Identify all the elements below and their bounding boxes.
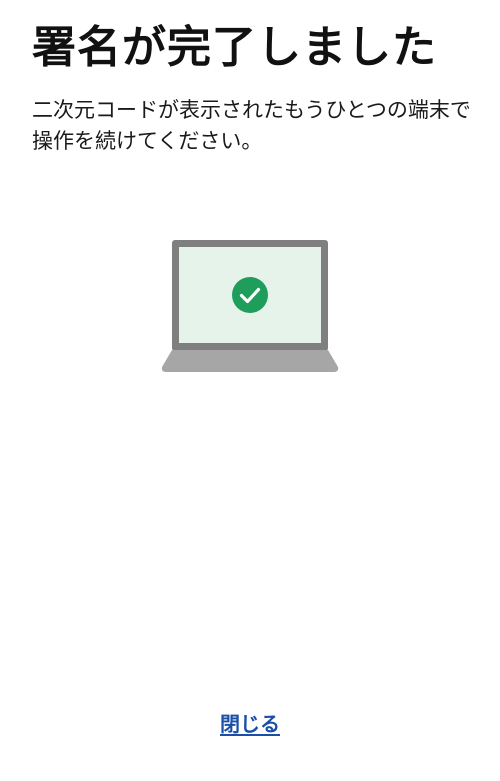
check-circle-icon <box>232 277 268 313</box>
instruction-text: 二次元コードが表示されたもうひとつの端末で操作を続けてください。 <box>32 98 471 153</box>
laptop-base <box>161 350 339 372</box>
laptop-illustration <box>161 239 339 375</box>
laptop-icon <box>161 240 339 372</box>
close-link[interactable]: 閉じる <box>220 712 280 736</box>
page-title: 署名が完了しました <box>32 22 437 73</box>
close-link-container: 閉じる <box>0 710 500 738</box>
